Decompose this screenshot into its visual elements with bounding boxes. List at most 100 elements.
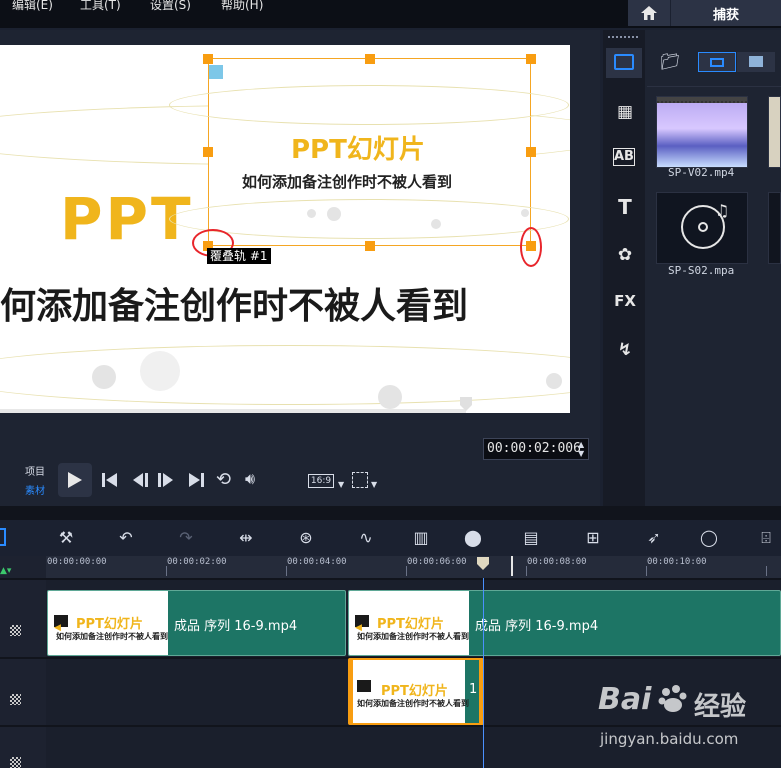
overlay-clip[interactable]: PPT幻灯片 如何添加备注创作时不被人看到 1: [348, 658, 484, 725]
clip-thumb-subtitle: 如何添加备注创作时不被人看到: [357, 632, 469, 641]
ruler-tick: 00:00:02:00: [167, 557, 227, 567]
clip-thumb-subtitle: 如何添加备注创作时不被人看到: [357, 699, 469, 708]
filter-tab[interactable]: FX: [613, 292, 637, 316]
overlay-track-label: 覆叠轨 #1: [207, 248, 271, 264]
paw-logo-icon: [658, 684, 688, 714]
clip-thumb-title: PPT幻灯片: [377, 617, 444, 632]
scrub-handle-icon[interactable]: [459, 397, 473, 411]
audio-wave-icon[interactable]: ∿: [355, 528, 377, 548]
project-mode-label[interactable]: 项目: [25, 463, 45, 478]
home-button[interactable]: [628, 0, 670, 26]
menu-settings[interactable]: 设置(S): [150, 0, 191, 14]
photo-icon: [749, 56, 763, 67]
redo-icon[interactable]: ↷: [175, 528, 197, 548]
watermark-brand: Bai: [598, 682, 652, 717]
library-item-partial[interactable]: [768, 192, 781, 264]
clip-thumbnail: PPT幻灯片 如何添加备注创作时不被人看到: [353, 660, 469, 723]
resize-handle-tr[interactable]: [526, 54, 536, 64]
crop-dropdown-icon[interactable]: ▼: [371, 480, 377, 489]
ruler-marker-icon[interactable]: [476, 557, 490, 571]
multicam-icon[interactable]: ▥: [410, 528, 432, 548]
aspect-dropdown-icon[interactable]: ▼: [338, 480, 344, 489]
ruler-tick: 00:00:08:00: [527, 557, 587, 567]
clip-thumb-title: PPT幻灯片: [381, 684, 448, 699]
smart-package-icon[interactable]: ⌹: [755, 528, 777, 548]
resize-handle-t[interactable]: [365, 54, 375, 64]
preview-scrub-bar[interactable]: [0, 409, 466, 413]
title-tab[interactable]: T: [613, 195, 637, 219]
storyboard-view-icon[interactable]: [0, 528, 6, 546]
film-icon: [710, 58, 724, 67]
undo-icon[interactable]: ↶: [115, 528, 137, 548]
instant-project-icon[interactable]: ▦: [613, 102, 637, 126]
ruler-cursor: [511, 556, 513, 576]
next-frame-icon[interactable]: [158, 473, 174, 487]
ruler-tick: 00:00:00:00: [47, 557, 107, 567]
aspect-ratio-button[interactable]: 16:9: [308, 474, 334, 488]
library-item-video[interactable]: [656, 96, 748, 168]
clip-name: 成品 序列 16-9.mp4: [174, 619, 298, 634]
capture-tab[interactable]: 捕获: [670, 0, 781, 26]
add-track-icon[interactable]: ▲▾: [0, 566, 11, 576]
library-divider: [647, 86, 781, 87]
volume-icon[interactable]: 🔊︎: [245, 469, 255, 489]
video-clip[interactable]: ◀ PPT幻灯片 如何添加备注创作时不被人看到 成品 序列 16-9.mp4: [47, 590, 346, 656]
grid-icon[interactable]: ⊞: [582, 528, 604, 548]
show-video-button[interactable]: [698, 52, 736, 72]
library-item-partial[interactable]: [768, 96, 781, 168]
path-icon[interactable]: ↯: [613, 340, 637, 364]
preview-canvas[interactable]: PPT 何添加备注创作时不被人看到 PPT幻灯片 如何添加备注创作时不被人看到 …: [0, 45, 570, 413]
play-button[interactable]: [58, 463, 92, 497]
menu-edit[interactable]: 编辑(E): [12, 0, 53, 14]
extra-track-toggle-icon[interactable]: [10, 757, 21, 768]
menu-tools[interactable]: 工具(T): [80, 0, 121, 14]
overlay-title: PPT幻灯片: [291, 135, 425, 165]
clip-name: 1: [469, 682, 478, 697]
record-icon[interactable]: ⊛: [295, 528, 317, 548]
tools-icon[interactable]: ⚒: [55, 528, 77, 548]
resize-handle-tl[interactable]: [203, 54, 213, 64]
skip-end-icon[interactable]: [188, 473, 204, 487]
shape-icon[interactable]: ◯: [698, 528, 720, 548]
overlay-subtitle: 如何添加备注创作时不被人看到: [242, 173, 453, 191]
title-edit-icon[interactable]: ▤: [520, 528, 542, 548]
skip-start-icon[interactable]: [102, 473, 118, 487]
graphics-icon[interactable]: ✿: [613, 245, 637, 269]
clip-thumb-subtitle: 如何添加备注创作时不被人看到: [56, 632, 168, 641]
transition-tab[interactable]: AB: [613, 148, 635, 166]
add-folder-icon[interactable]: 📁︎: [660, 52, 684, 72]
timecode-display[interactable]: 00:00:02:006: [483, 438, 589, 460]
repeat-icon[interactable]: ⟲: [216, 469, 231, 490]
resize-handle-l[interactable]: [203, 147, 213, 157]
mask-icon[interactable]: ⬤: [462, 528, 484, 548]
baidu-watermark: Bai 经验 jingyan.baidu.com: [596, 682, 781, 752]
film-strip-top: [657, 97, 747, 103]
video-track-toggle-icon[interactable]: [10, 625, 21, 636]
library-item-label: SP-S02.mpa: [668, 264, 735, 277]
media-icon: [614, 54, 634, 70]
timecode-stepper[interactable]: ▲ ▼: [578, 440, 584, 458]
home-icon: [641, 6, 657, 20]
clip-name: 成品 序列 16-9.mp4: [475, 619, 599, 634]
clip-thumbnail: ◀ PPT幻灯片 如何添加备注创作时不被人看到: [48, 591, 168, 655]
overlay-clip-preview[interactable]: PPT幻灯片 如何添加备注创作时不被人看到: [169, 58, 569, 246]
library-item-audio[interactable]: ♫: [656, 192, 748, 264]
playhead-line[interactable]: [483, 578, 484, 768]
menu-help[interactable]: 帮助(H): [221, 0, 263, 14]
audio-speaker-icon: ◀: [54, 615, 68, 633]
panel-grip[interactable]: [608, 36, 638, 38]
media-tab[interactable]: [606, 48, 642, 78]
watermark-brand-suffix: 经验: [694, 692, 747, 722]
prev-frame-icon[interactable]: [132, 473, 148, 487]
clip-thumbnail: ◀ PPT幻灯片 如何添加备注创作时不被人看到: [349, 591, 469, 655]
resize-handle-b[interactable]: [365, 241, 375, 251]
clip-mode-label[interactable]: 素材: [25, 482, 45, 497]
ruler-tick: 00:00:06:00: [407, 557, 467, 567]
motion-icon[interactable]: ➶: [643, 528, 665, 548]
overlay-track-toggle-icon[interactable]: [10, 694, 21, 705]
resize-handle-r[interactable]: [526, 147, 536, 157]
fit-timeline-icon[interactable]: ⇹: [235, 528, 257, 548]
video-clip[interactable]: ◀ PPT幻灯片 如何添加备注创作时不被人看到 成品 序列 16-9.mp4: [348, 590, 781, 656]
show-photo-button[interactable]: [737, 52, 775, 72]
crop-tool-icon[interactable]: [352, 472, 368, 488]
